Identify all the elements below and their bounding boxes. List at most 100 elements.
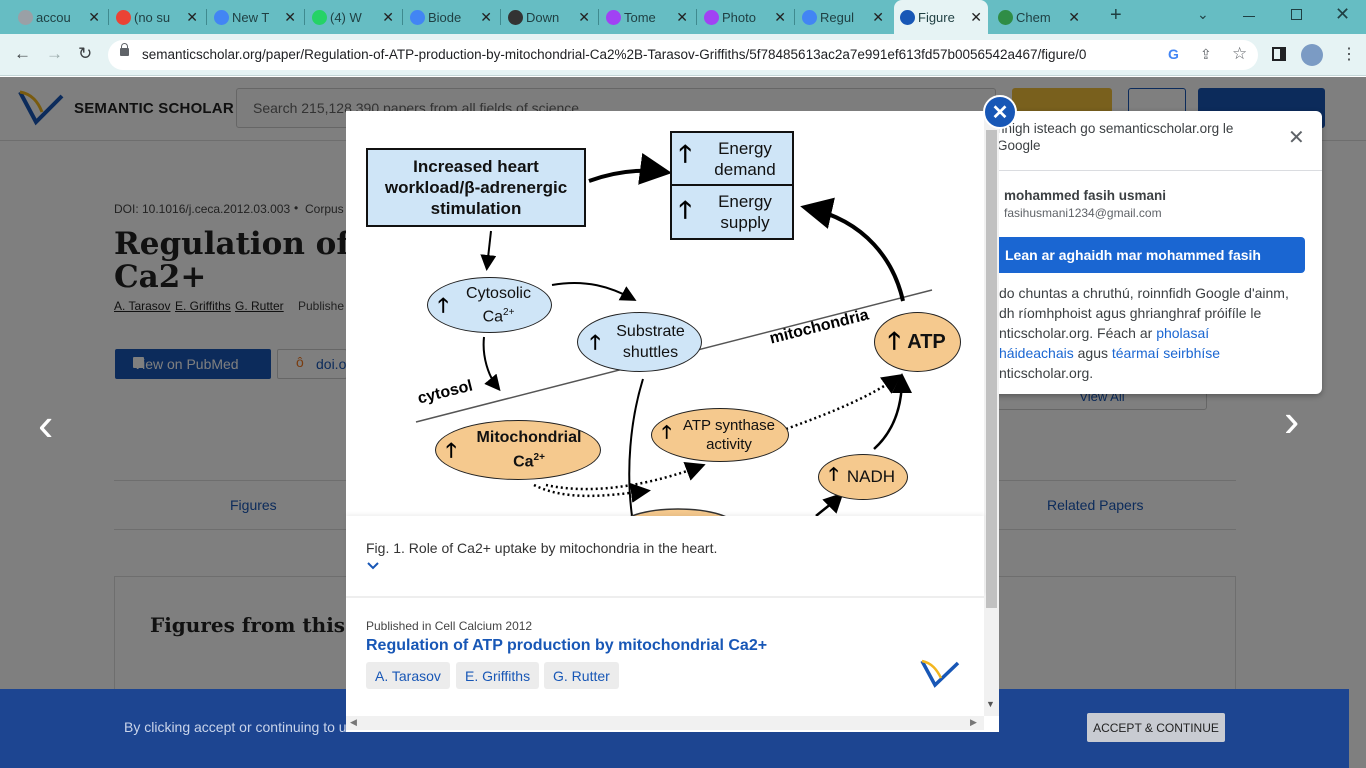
terms-of-service-link[interactable]: téarmaí seirbhíse xyxy=(1112,345,1220,361)
atp-text: ATP xyxy=(907,330,946,353)
author-name: G. Rutter xyxy=(553,668,610,684)
modal-scrollbar-thumb[interactable] xyxy=(986,130,997,608)
google-body-line: dh ríomhphoist agus ghrianghraf próifíle… xyxy=(999,305,1262,321)
profile-avatar[interactable] xyxy=(1301,44,1323,66)
figure-caption: Fig. 1. Role of Ca2+ uptake by mitochond… xyxy=(366,540,718,556)
arrow-cytosolic-to-substrate xyxy=(551,282,637,301)
browser-tab[interactable]: New T ✕ xyxy=(208,0,302,34)
side-panel-icon[interactable] xyxy=(1272,47,1286,61)
browser-tab[interactable]: Chem ✕ xyxy=(992,0,1086,34)
browser-tab[interactable]: Biode ✕ xyxy=(404,0,498,34)
google-body-line: nticscholar.org. xyxy=(999,365,1094,381)
author-chip[interactable]: A. Tarasov xyxy=(366,662,450,689)
tab-separator xyxy=(206,9,207,25)
chem-icon xyxy=(998,10,1013,25)
previous-figure-icon[interactable]: ‹ xyxy=(38,401,53,447)
google-account-name[interactable]: mohammed fasih usmani xyxy=(1004,188,1166,203)
google-account-icon xyxy=(18,10,33,25)
tab-separator xyxy=(696,9,697,25)
tab-title: Biode xyxy=(428,9,462,25)
close-window-icon[interactable]: ✕ xyxy=(1335,4,1350,25)
browser-tab[interactable]: (4) W ✕ xyxy=(306,0,400,34)
browser-tab[interactable]: Regul ✕ xyxy=(796,0,890,34)
download-icon xyxy=(508,10,523,25)
scroll-right-icon[interactable]: ▶ xyxy=(970,717,977,728)
share-icon[interactable]: ⇪ xyxy=(1200,46,1212,63)
tab-separator xyxy=(598,9,599,25)
bookmark-star-icon[interactable]: ☆ xyxy=(1232,44,1247,64)
google-popup-divider xyxy=(990,170,1322,171)
forward-icon[interactable]: → xyxy=(46,44,63,64)
browser-tab[interactable]: Figure ✕ xyxy=(894,0,988,34)
google-continue-label: Lean ar aghaidh mar mohammed fasih xyxy=(1005,247,1261,263)
google-body-text: agus xyxy=(1077,345,1108,361)
scroll-down-icon[interactable]: ▼ xyxy=(986,699,995,709)
browser-tab[interactable]: Down ✕ xyxy=(502,0,596,34)
google-body-line: do chuntas a chruthú, roinnfidh Google d… xyxy=(999,285,1289,301)
tome-icon xyxy=(606,10,621,25)
browser-tab[interactable]: (no su ✕ xyxy=(110,0,204,34)
google-popup-close-icon[interactable]: ✕ xyxy=(1288,125,1305,150)
dotted-synthase-to-atp xyxy=(785,374,903,431)
author-name: E. Griffiths xyxy=(465,668,531,684)
modal-hscroll-track[interactable] xyxy=(346,716,984,730)
tab-title: Photo xyxy=(722,9,756,25)
lock-shackle-icon xyxy=(121,43,128,50)
google-continue-button[interactable]: Lean ar aghaidh mar mohammed fasih xyxy=(990,237,1305,273)
close-tab-icon[interactable]: ✕ xyxy=(88,9,100,26)
expand-caption-chevron-icon[interactable] xyxy=(367,561,379,570)
up-arrow-icon: 🡑 xyxy=(888,328,901,355)
up-arrow-icon: 🡑 xyxy=(446,440,457,462)
close-tab-icon[interactable]: ✕ xyxy=(872,9,884,26)
workload-box: Increased heart workload/β-adrenergic st… xyxy=(366,148,586,227)
tab-title: (no su xyxy=(134,9,171,25)
close-modal-button[interactable]: ✕ xyxy=(983,95,1017,129)
semantic-scholar-logo-icon xyxy=(920,659,960,688)
google-icon xyxy=(410,10,425,25)
atp-synthase-node: ATP synthase activity xyxy=(651,408,789,462)
minimize-icon[interactable] xyxy=(1243,16,1255,17)
figure-image: Increased heart workload/β-adrenergic st… xyxy=(346,111,984,516)
author-chip[interactable]: G. Rutter xyxy=(544,662,619,689)
semantic-scholar-icon xyxy=(900,10,915,25)
google-account-email[interactable]: fasihusmani1234@gmail.com xyxy=(1004,206,1162,220)
tab-title: accou xyxy=(36,9,71,25)
google-body-text: nticscholar.org. Féach ar xyxy=(999,325,1153,341)
privacy-policy-link[interactable]: pholasaí xyxy=(1156,325,1209,341)
reload-icon[interactable]: ↻ xyxy=(78,44,92,64)
url-text[interactable]: semanticscholar.org/paper/Regulation-of-… xyxy=(142,47,1086,62)
google-lens-icon[interactable]: G xyxy=(1168,46,1179,62)
next-figure-icon[interactable]: › xyxy=(1284,397,1299,443)
browser-tab[interactable]: Tome ✕ xyxy=(600,0,694,34)
scroll-left-icon[interactable]: ◀ xyxy=(350,717,357,728)
tab-search-chevron-icon[interactable]: ⌄ xyxy=(1197,6,1209,23)
restore-icon[interactable] xyxy=(1291,9,1302,20)
tab-title: Figure xyxy=(918,9,955,25)
close-tab-icon[interactable]: ✕ xyxy=(1068,9,1080,26)
energy-supply-text: Energy supply xyxy=(718,192,772,232)
mito-ca-node: Mitochondrial Ca2+ xyxy=(435,420,601,480)
mito-ca-line2: Ca2+ xyxy=(513,448,545,472)
new-tab-button[interactable]: + xyxy=(1110,4,1122,27)
browser-tab[interactable]: Photo ✕ xyxy=(698,0,792,34)
back-icon[interactable]: ← xyxy=(14,44,31,64)
close-tab-icon[interactable]: ✕ xyxy=(382,9,394,26)
browser-tab[interactable]: accou ✕ xyxy=(12,0,106,34)
ca-label: Ca xyxy=(482,308,504,326)
privacy-policy-link[interactable]: háideachais xyxy=(999,345,1074,361)
close-tab-icon[interactable]: ✕ xyxy=(480,9,492,26)
close-tab-icon[interactable]: ✕ xyxy=(186,9,198,26)
nadh-text: NADH xyxy=(846,467,896,486)
close-tab-icon[interactable]: ✕ xyxy=(774,9,786,26)
author-chip[interactable]: E. Griffiths xyxy=(456,662,540,689)
close-tab-icon[interactable]: ✕ xyxy=(284,9,296,26)
ca-label: Ca xyxy=(513,453,534,471)
browser-menu-icon[interactable]: ⋮ xyxy=(1341,44,1357,64)
close-tab-icon[interactable]: ✕ xyxy=(970,9,982,26)
close-tab-icon[interactable]: ✕ xyxy=(676,9,688,26)
close-tab-icon[interactable]: ✕ xyxy=(578,9,590,26)
tab-title: (4) W xyxy=(330,9,362,25)
up-arrow-icon: 🡑 xyxy=(590,332,601,354)
cookie-accept-button[interactable]: ACCEPT & CONTINUE xyxy=(1087,713,1225,742)
modal-paper-title[interactable]: Regulation of ATP production by mitochon… xyxy=(366,637,767,655)
